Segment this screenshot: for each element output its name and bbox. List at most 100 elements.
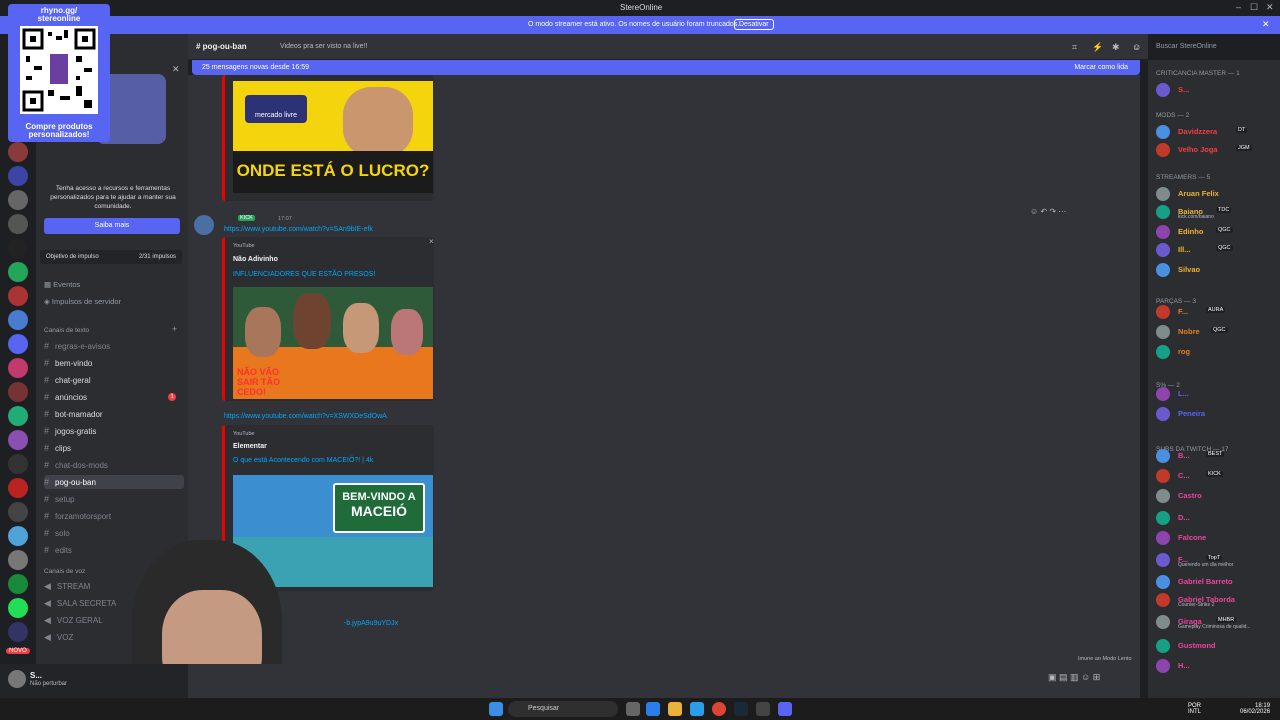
server-icon[interactable] bbox=[8, 310, 28, 330]
file-explorer-icon[interactable] bbox=[668, 702, 682, 716]
member-item[interactable]: C... KICK bbox=[1156, 468, 1280, 484]
server-icon[interactable] bbox=[8, 334, 28, 354]
member-item[interactable]: Velho Joga JGM bbox=[1156, 142, 1280, 158]
voice-channels-category[interactable]: Canais de voz bbox=[44, 568, 85, 575]
close-icon[interactable]: ✕ bbox=[172, 64, 180, 75]
server-icon[interactable] bbox=[8, 622, 28, 642]
member-item[interactable]: Gustmond bbox=[1156, 638, 1280, 654]
embed-title[interactable]: INFLUENCIADORES QUE ESTÃO PRESOS! bbox=[233, 271, 375, 278]
members-icon[interactable]: ☺ bbox=[1132, 42, 1141, 52]
server-icon[interactable] bbox=[8, 286, 28, 306]
server-icon[interactable] bbox=[8, 382, 28, 402]
minimize-button[interactable]: – bbox=[1236, 2, 1241, 12]
member-item[interactable]: B... BEST bbox=[1156, 448, 1280, 464]
steam-icon[interactable] bbox=[734, 702, 748, 716]
video-thumbnail[interactable]: NÃO VÃO SAIR TÃO CEDO! bbox=[233, 287, 433, 399]
store-icon[interactable] bbox=[690, 702, 704, 716]
member-item[interactable]: Giraga MHBR Gameplay Criminosa de qualid..… bbox=[1156, 614, 1280, 630]
member-category[interactable]: MODS — 2 bbox=[1156, 112, 1189, 119]
clock[interactable]: 18:19 06/02/2026 bbox=[1240, 703, 1270, 715]
banner-close-icon[interactable]: ✕ bbox=[1262, 19, 1270, 30]
mark-as-read-button[interactable]: Marcar como lida bbox=[1074, 64, 1128, 71]
member-item[interactable]: Peneira bbox=[1156, 406, 1280, 422]
more-icon[interactable]: ⋯ bbox=[1058, 207, 1066, 216]
copilot-icon[interactable] bbox=[646, 702, 660, 716]
member-item[interactable]: Aruan Felix bbox=[1156, 186, 1280, 202]
server-icon[interactable] bbox=[8, 430, 28, 450]
maximize-button[interactable]: ☐ bbox=[1250, 2, 1258, 13]
channel-chat-dos-mods[interactable]: # chat-dos-mods bbox=[44, 458, 184, 472]
saiba-mais-button[interactable]: Saiba mais bbox=[44, 218, 180, 234]
channel-jogos-gratis[interactable]: # jogos-gratis bbox=[44, 424, 184, 438]
server-icon[interactable] bbox=[8, 574, 28, 594]
windows-start-icon[interactable] bbox=[489, 702, 503, 716]
add-channel-icon[interactable]: + bbox=[172, 324, 177, 334]
embed-title[interactable]: O que está Acontecendo com MACEIÓ?! | 4k bbox=[233, 457, 373, 464]
embed-close-icon[interactable]: × bbox=[429, 237, 434, 246]
server-icon[interactable] bbox=[8, 502, 28, 522]
member-item[interactable]: H... bbox=[1156, 658, 1280, 674]
member-item[interactable]: Gabriel Barreto bbox=[1156, 574, 1280, 590]
channel-bem-vindo[interactable]: # bem-vindo bbox=[44, 356, 184, 370]
server-icon[interactable] bbox=[8, 358, 28, 378]
member-item[interactable]: Gabriel Taborda Counter-Strike 2 bbox=[1156, 592, 1280, 608]
server-icon[interactable] bbox=[8, 166, 28, 186]
events-link[interactable]: ▦ Eventos bbox=[44, 280, 80, 289]
new-messages-bar[interactable]: 25 mensagens novas desde 16:59 Marcar co… bbox=[192, 60, 1140, 75]
server-icon[interactable] bbox=[8, 598, 28, 618]
taskbar-search[interactable]: Pesquisar bbox=[508, 701, 618, 717]
member-item[interactable]: Edinho QGC bbox=[1156, 224, 1280, 240]
member-item[interactable]: D... bbox=[1156, 510, 1280, 526]
discord-icon[interactable] bbox=[778, 702, 792, 716]
channel-setup[interactable]: # setup bbox=[44, 492, 184, 506]
message-link[interactable]: https://www.youtube.com/watch?v=XSWXDeSd… bbox=[224, 413, 387, 420]
member-item[interactable]: Castro bbox=[1156, 488, 1280, 504]
language-indicator[interactable]: POR INTL bbox=[1188, 703, 1201, 715]
channel-pog-ou-ban[interactable]: # pog-ou-ban bbox=[44, 475, 184, 489]
server-icon[interactable] bbox=[8, 142, 28, 162]
gift-icon[interactable]: ▣ ▤ ▥ ☺ ⊞ bbox=[1048, 672, 1100, 683]
member-item[interactable]: Silvao bbox=[1156, 262, 1280, 278]
search-input[interactable]: Buscar StereOnline bbox=[1150, 40, 1274, 54]
server-boosts-link[interactable]: ◈ Impulsos de servidor bbox=[44, 297, 121, 306]
app-icon[interactable] bbox=[756, 702, 770, 716]
member-item[interactable]: F... AURA bbox=[1156, 304, 1280, 320]
server-icon[interactable] bbox=[8, 478, 28, 498]
server-icon[interactable] bbox=[8, 262, 28, 282]
chrome-icon[interactable] bbox=[712, 702, 726, 716]
disable-streamer-mode-button[interactable]: Desativar bbox=[734, 19, 774, 30]
member-item[interactable]: Davidzzera DT bbox=[1156, 124, 1280, 140]
channel-bot-mamador[interactable]: # bot-mamador bbox=[44, 407, 184, 421]
server-icon[interactable] bbox=[8, 526, 28, 546]
task-view-icon[interactable] bbox=[626, 702, 640, 716]
channel-chat-geral[interactable]: # chat-geral bbox=[44, 373, 184, 387]
server-icon[interactable] bbox=[8, 550, 28, 570]
avatar[interactable] bbox=[194, 215, 214, 235]
server-icon[interactable] bbox=[8, 406, 28, 426]
channel-anúncios[interactable]: # anúncios 1 bbox=[44, 390, 184, 404]
channel-regras-e-avisos[interactable]: # regras-e-avisos bbox=[44, 339, 184, 353]
notification-icon[interactable]: ⚡ bbox=[1092, 42, 1103, 53]
embed-author[interactable]: Não Adivinho bbox=[233, 256, 278, 263]
server-icon[interactable] bbox=[8, 454, 28, 474]
member-item[interactable]: Ill... QGC bbox=[1156, 242, 1280, 258]
forward-icon[interactable]: ↷ bbox=[1049, 207, 1058, 216]
embed-author[interactable]: Elementar bbox=[233, 443, 267, 450]
reply-icon[interactable]: ↶ bbox=[1040, 207, 1049, 216]
message-link[interactable]: https://www.youtube.com/watch?v=SAn9bIE-… bbox=[224, 226, 373, 233]
pin-icon[interactable]: ✱ bbox=[1112, 42, 1120, 53]
boost-objective[interactable]: Objetivo de impulso 2/31 impulsos bbox=[40, 250, 182, 264]
threads-icon[interactable]: ⌗ bbox=[1072, 42, 1077, 53]
member-item[interactable]: L... bbox=[1156, 386, 1280, 402]
member-item[interactable]: Baiano TDC kick.com/baiano bbox=[1156, 204, 1280, 220]
member-item[interactable]: S... bbox=[1156, 82, 1280, 98]
member-item[interactable]: F... TopT Querendo um dia melhor bbox=[1156, 552, 1280, 568]
member-category[interactable]: STREAMERS — 5 bbox=[1156, 174, 1210, 181]
text-channels-category[interactable]: Canais de texto bbox=[44, 327, 89, 334]
reaction-icon[interactable]: ☺ bbox=[1030, 207, 1040, 216]
server-icon[interactable] bbox=[8, 238, 28, 258]
avatar[interactable] bbox=[8, 670, 26, 688]
server-icon[interactable] bbox=[8, 190, 28, 210]
channel-clips[interactable]: # clips bbox=[44, 441, 184, 455]
member-item[interactable]: Nobre QGC bbox=[1156, 324, 1280, 340]
